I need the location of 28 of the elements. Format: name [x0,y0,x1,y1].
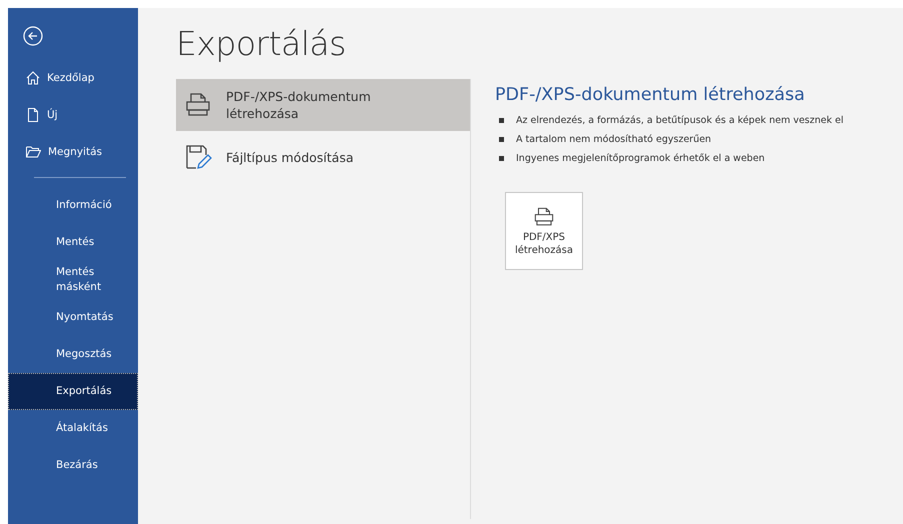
bullet-icon [499,156,504,161]
sidebar-item[interactable]: Mentés másként [8,261,138,299]
create-pdf-button[interactable]: PDF/XPS létrehozása [505,192,583,270]
sidebar-item[interactable]: Mentés [8,224,138,261]
home-icon [26,70,40,84]
sidebar-item[interactable]: Bezárás [8,447,138,484]
sidebar-item[interactable]: Megosztás [8,336,138,373]
sidebar-item[interactable]: Kezdőlap [8,59,138,96]
bullet-text: A tartalom nem módosítható egyszerűen [516,134,712,145]
sidebar-item[interactable]: Exportálás [8,373,138,410]
bullet-text: Ingyenes megjelenítőprogramok érhetők el a weben [516,153,765,164]
bullet-icon [499,118,504,123]
sidebar-item[interactable]: Átalakítás [8,410,138,447]
sidebar-item[interactable]: Új [8,96,138,133]
page-title: Exportálás [176,24,347,63]
bullet-text: Az elrendezés, a formázás, a betűtípusok és a képek nem vesznek el [516,115,844,126]
sidebar-item[interactable]: Információ [8,187,138,224]
section-heading: PDF-/XPS-dokumentum létrehozása [495,85,806,105]
document-printer-icon [533,206,555,228]
bullet-icon [499,137,504,142]
sidebar-item[interactable]: Nyomtatás [8,299,138,336]
blank-page-icon [26,108,40,122]
back-button[interactable] [23,26,43,46]
export-option[interactable]: PDF-/XPS-dokumentum létrehozása [176,79,470,131]
folder-icon [26,144,41,158]
file-pencil-icon [184,143,212,171]
sidebar-item[interactable]: Megnyitás [8,133,138,170]
export-option[interactable]: Fájltípus módosítása [176,131,470,183]
